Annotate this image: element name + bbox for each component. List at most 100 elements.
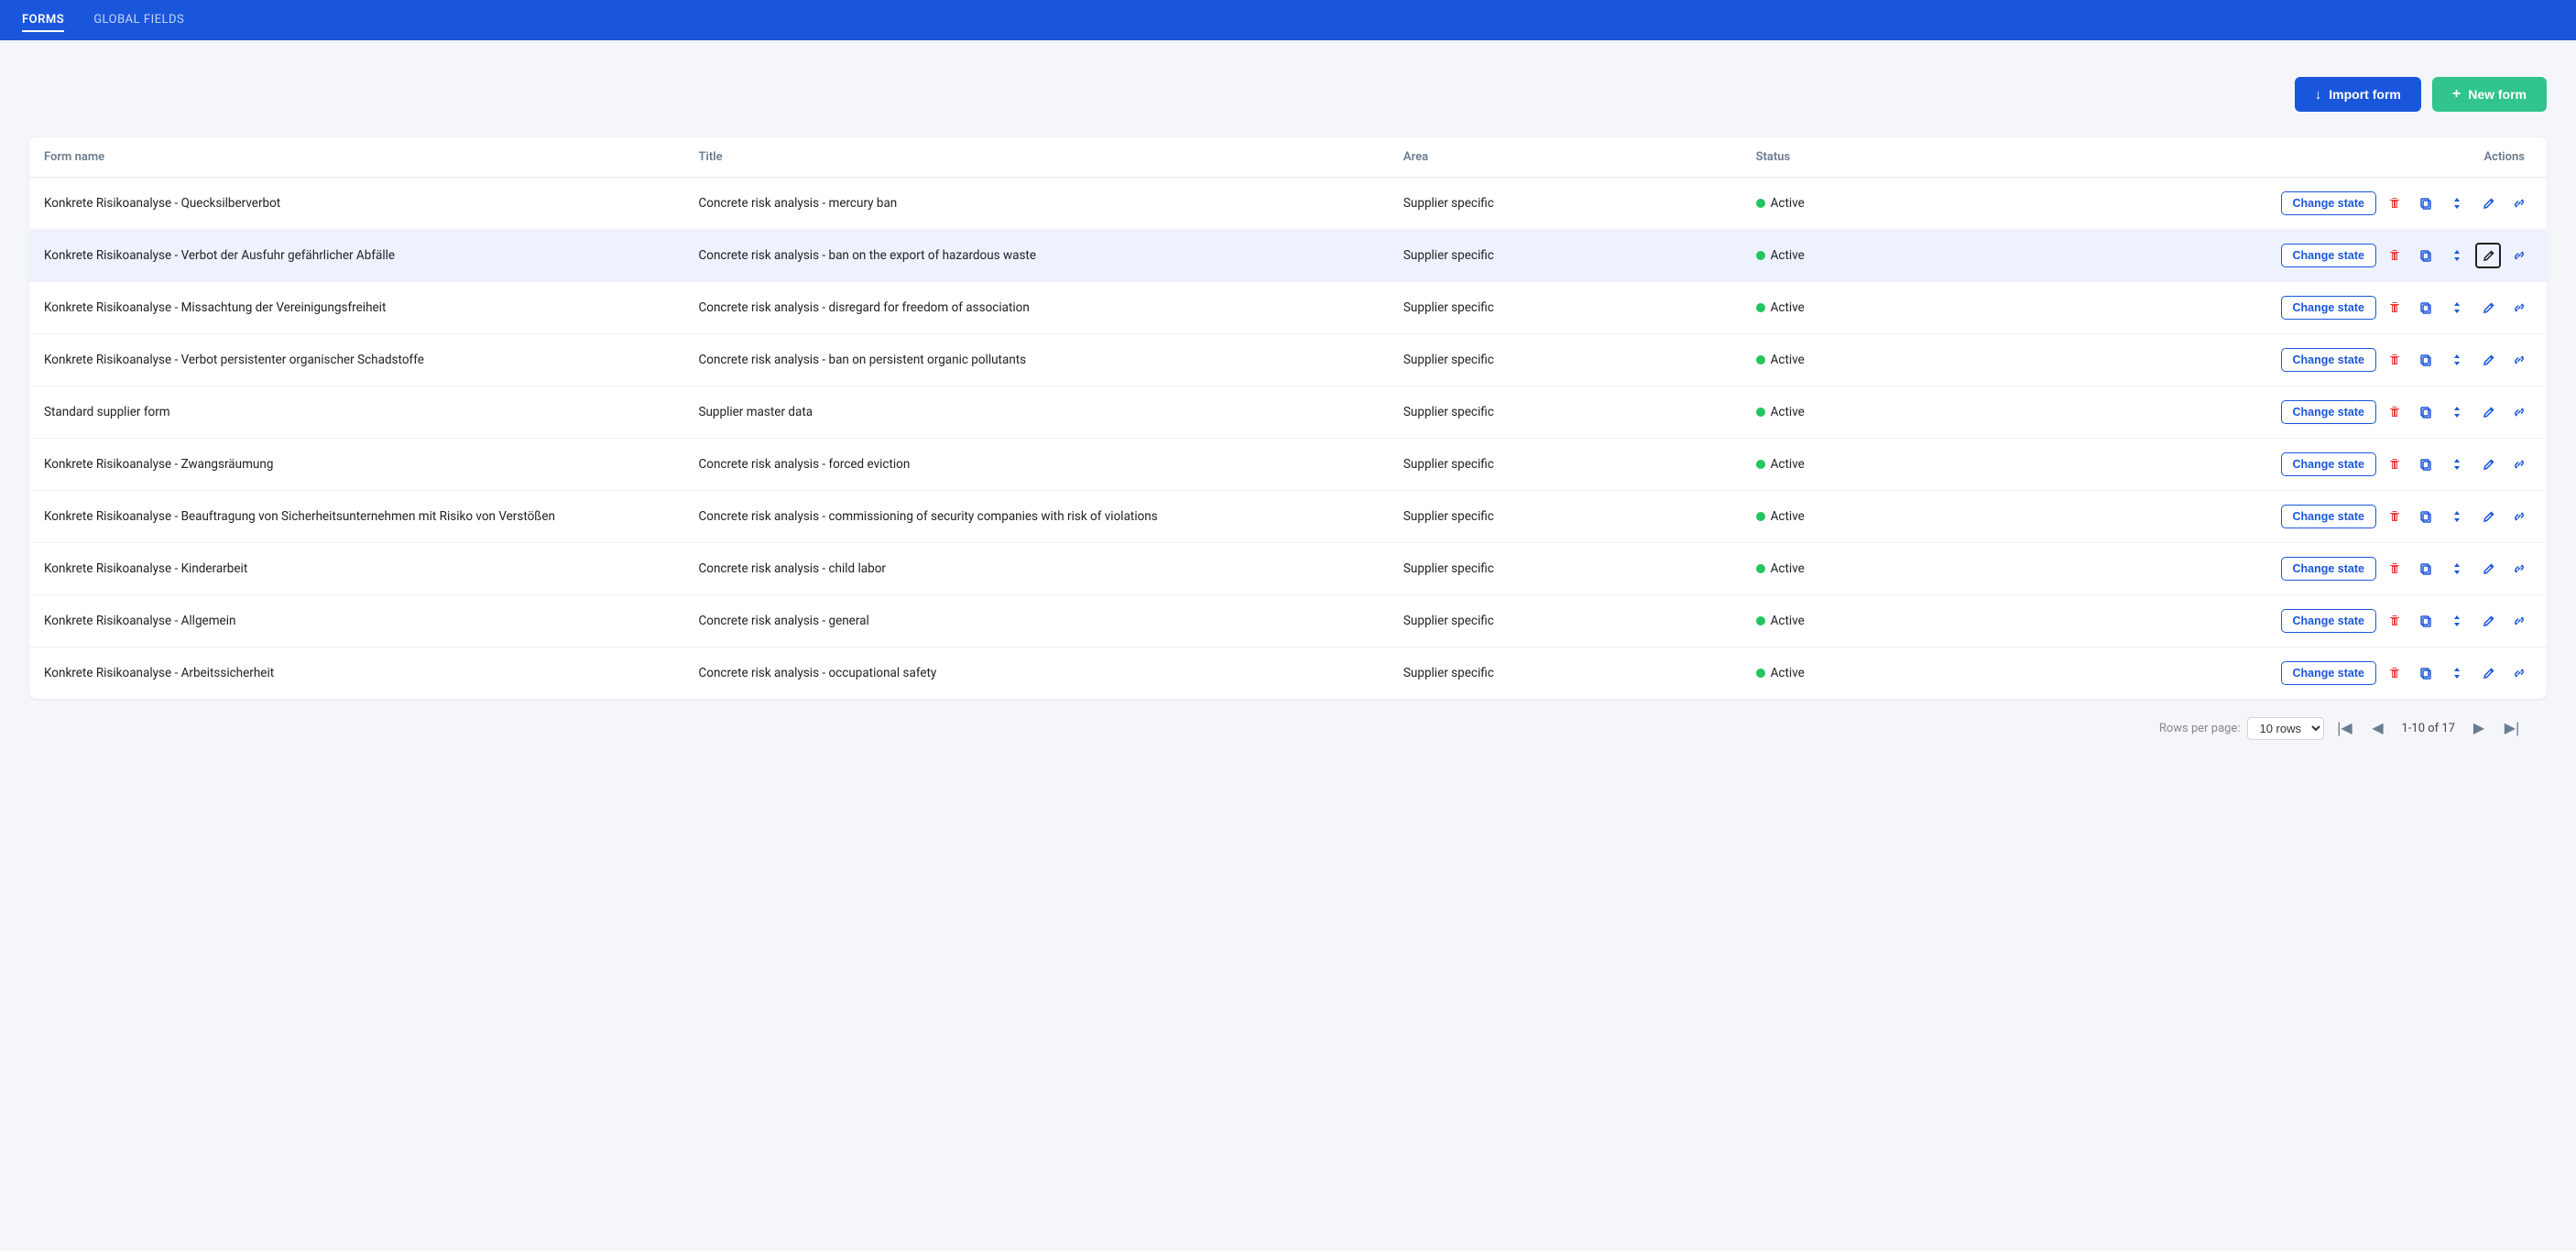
last-page-button[interactable]: ▶|: [2499, 715, 2525, 741]
cell-form-title: Concrete risk analysis - child labor: [683, 543, 1388, 595]
col-header-actions: Actions: [2043, 137, 2547, 178]
change-state-button[interactable]: Change state: [2281, 557, 2377, 581]
change-state-button[interactable]: Change state: [2281, 348, 2377, 372]
status-dot: [1756, 460, 1765, 469]
cell-form-title: Concrete risk analysis - forced eviction: [683, 439, 1388, 491]
nav-tab-forms[interactable]: FORMS: [22, 9, 64, 32]
rows-per-page-label: Rows per page:: [2159, 722, 2241, 735]
edit-icon[interactable]: [2475, 556, 2501, 582]
edit-icon[interactable]: [2475, 399, 2501, 425]
edit-icon[interactable]: [2475, 243, 2501, 268]
reorder-icon[interactable]: [2444, 608, 2470, 634]
reorder-icon[interactable]: [2444, 190, 2470, 216]
link-icon[interactable]: [2506, 451, 2532, 477]
edit-icon[interactable]: [2475, 504, 2501, 529]
change-state-button[interactable]: Change state: [2281, 505, 2377, 528]
cell-actions: Change state: [2043, 647, 2547, 700]
status-text: Active: [1771, 248, 1805, 263]
link-icon[interactable]: [2506, 399, 2532, 425]
duplicate-icon[interactable]: [2413, 660, 2439, 686]
cell-actions: Change state: [2043, 491, 2547, 543]
edit-icon[interactable]: [2475, 295, 2501, 321]
link-icon[interactable]: [2506, 660, 2532, 686]
nav-tab-global-fields[interactable]: GLOBAL FIELDS: [93, 9, 184, 32]
cell-form-name: Standard supplier form: [29, 386, 683, 439]
link-icon[interactable]: [2506, 190, 2532, 216]
edit-icon[interactable]: [2475, 190, 2501, 216]
prev-page-button[interactable]: ◀: [2364, 715, 2390, 741]
reorder-icon[interactable]: [2444, 660, 2470, 686]
duplicate-icon[interactable]: [2413, 399, 2439, 425]
plus-icon: +: [2452, 86, 2461, 103]
reorder-icon[interactable]: [2444, 399, 2470, 425]
table-row: Konkrete Risikoanalyse - Verbot persiste…: [29, 334, 2547, 386]
table-row: Konkrete Risikoanalyse - Missachtung der…: [29, 282, 2547, 334]
first-page-button[interactable]: |◀: [2331, 715, 2357, 741]
duplicate-icon[interactable]: [2413, 295, 2439, 321]
link-icon[interactable]: [2506, 295, 2532, 321]
col-header-area: Area: [1389, 137, 1741, 178]
table-header: Form name Title Area Status Actions: [29, 137, 2547, 178]
next-page-button[interactable]: ▶: [2466, 715, 2492, 741]
status-dot: [1756, 355, 1765, 364]
reorder-icon[interactable]: [2444, 295, 2470, 321]
delete-icon[interactable]: [2382, 504, 2407, 529]
reorder-icon[interactable]: [2444, 556, 2470, 582]
delete-icon[interactable]: [2382, 451, 2407, 477]
reorder-icon[interactable]: [2444, 347, 2470, 373]
change-state-button[interactable]: Change state: [2281, 452, 2377, 476]
status-text: Active: [1771, 300, 1805, 315]
link-icon[interactable]: [2506, 556, 2532, 582]
link-icon[interactable]: [2506, 504, 2532, 529]
reorder-icon[interactable]: [2444, 243, 2470, 268]
duplicate-icon[interactable]: [2413, 243, 2439, 268]
edit-icon[interactable]: [2475, 451, 2501, 477]
reorder-icon[interactable]: [2444, 451, 2470, 477]
delete-icon[interactable]: [2382, 556, 2407, 582]
link-icon[interactable]: [2506, 347, 2532, 373]
change-state-button[interactable]: Change state: [2281, 296, 2377, 320]
change-state-button[interactable]: Change state: [2281, 244, 2377, 267]
cell-form-area: Supplier specific: [1389, 491, 1741, 543]
delete-icon[interactable]: [2382, 190, 2407, 216]
cell-form-name: Konkrete Risikoanalyse - Missachtung der…: [29, 282, 683, 334]
link-icon[interactable]: [2506, 243, 2532, 268]
duplicate-icon[interactable]: [2413, 608, 2439, 634]
duplicate-icon[interactable]: [2413, 190, 2439, 216]
new-form-button[interactable]: + New form: [2432, 77, 2547, 112]
delete-icon[interactable]: [2382, 608, 2407, 634]
reorder-icon[interactable]: [2444, 504, 2470, 529]
change-state-button[interactable]: Change state: [2281, 400, 2377, 424]
cell-form-name: Konkrete Risikoanalyse - Quecksilberverb…: [29, 178, 683, 230]
duplicate-icon[interactable]: [2413, 347, 2439, 373]
delete-icon[interactable]: [2382, 399, 2407, 425]
cell-form-title: Supplier master data: [683, 386, 1388, 439]
duplicate-icon[interactable]: [2413, 451, 2439, 477]
duplicate-icon[interactable]: [2413, 556, 2439, 582]
change-state-button[interactable]: Change state: [2281, 609, 2377, 633]
cell-form-title: Concrete risk analysis - ban on persiste…: [683, 334, 1388, 386]
delete-icon[interactable]: [2382, 660, 2407, 686]
forms-table: Form name Title Area Status Actions Konk…: [29, 137, 2547, 699]
delete-icon[interactable]: [2382, 243, 2407, 268]
change-state-button[interactable]: Change state: [2281, 661, 2377, 685]
table-body: Konkrete Risikoanalyse - Quecksilberverb…: [29, 178, 2547, 700]
cell-form-title: Concrete risk analysis - ban on the expo…: [683, 230, 1388, 282]
rows-per-page-select[interactable]: 10 rows 25 rows 50 rows: [2247, 717, 2324, 740]
change-state-button[interactable]: Change state: [2281, 191, 2377, 215]
edit-icon[interactable]: [2475, 660, 2501, 686]
edit-icon[interactable]: [2475, 347, 2501, 373]
cell-actions: Change state: [2043, 386, 2547, 439]
edit-icon[interactable]: [2475, 608, 2501, 634]
cell-actions: Change state: [2043, 230, 2547, 282]
cell-form-name: Konkrete Risikoanalyse - Arbeitssicherhe…: [29, 647, 683, 700]
cell-form-status: Active: [1741, 386, 2044, 439]
link-icon[interactable]: [2506, 608, 2532, 634]
delete-icon[interactable]: [2382, 295, 2407, 321]
duplicate-icon[interactable]: [2413, 504, 2439, 529]
table-row: Konkrete Risikoanalyse - AllgemeinConcre…: [29, 595, 2547, 647]
import-form-button[interactable]: ↓ Import form: [2295, 77, 2421, 112]
cell-form-title: Concrete risk analysis - general: [683, 595, 1388, 647]
page-info: 1-10 of 17: [2401, 722, 2455, 735]
delete-icon[interactable]: [2382, 347, 2407, 373]
